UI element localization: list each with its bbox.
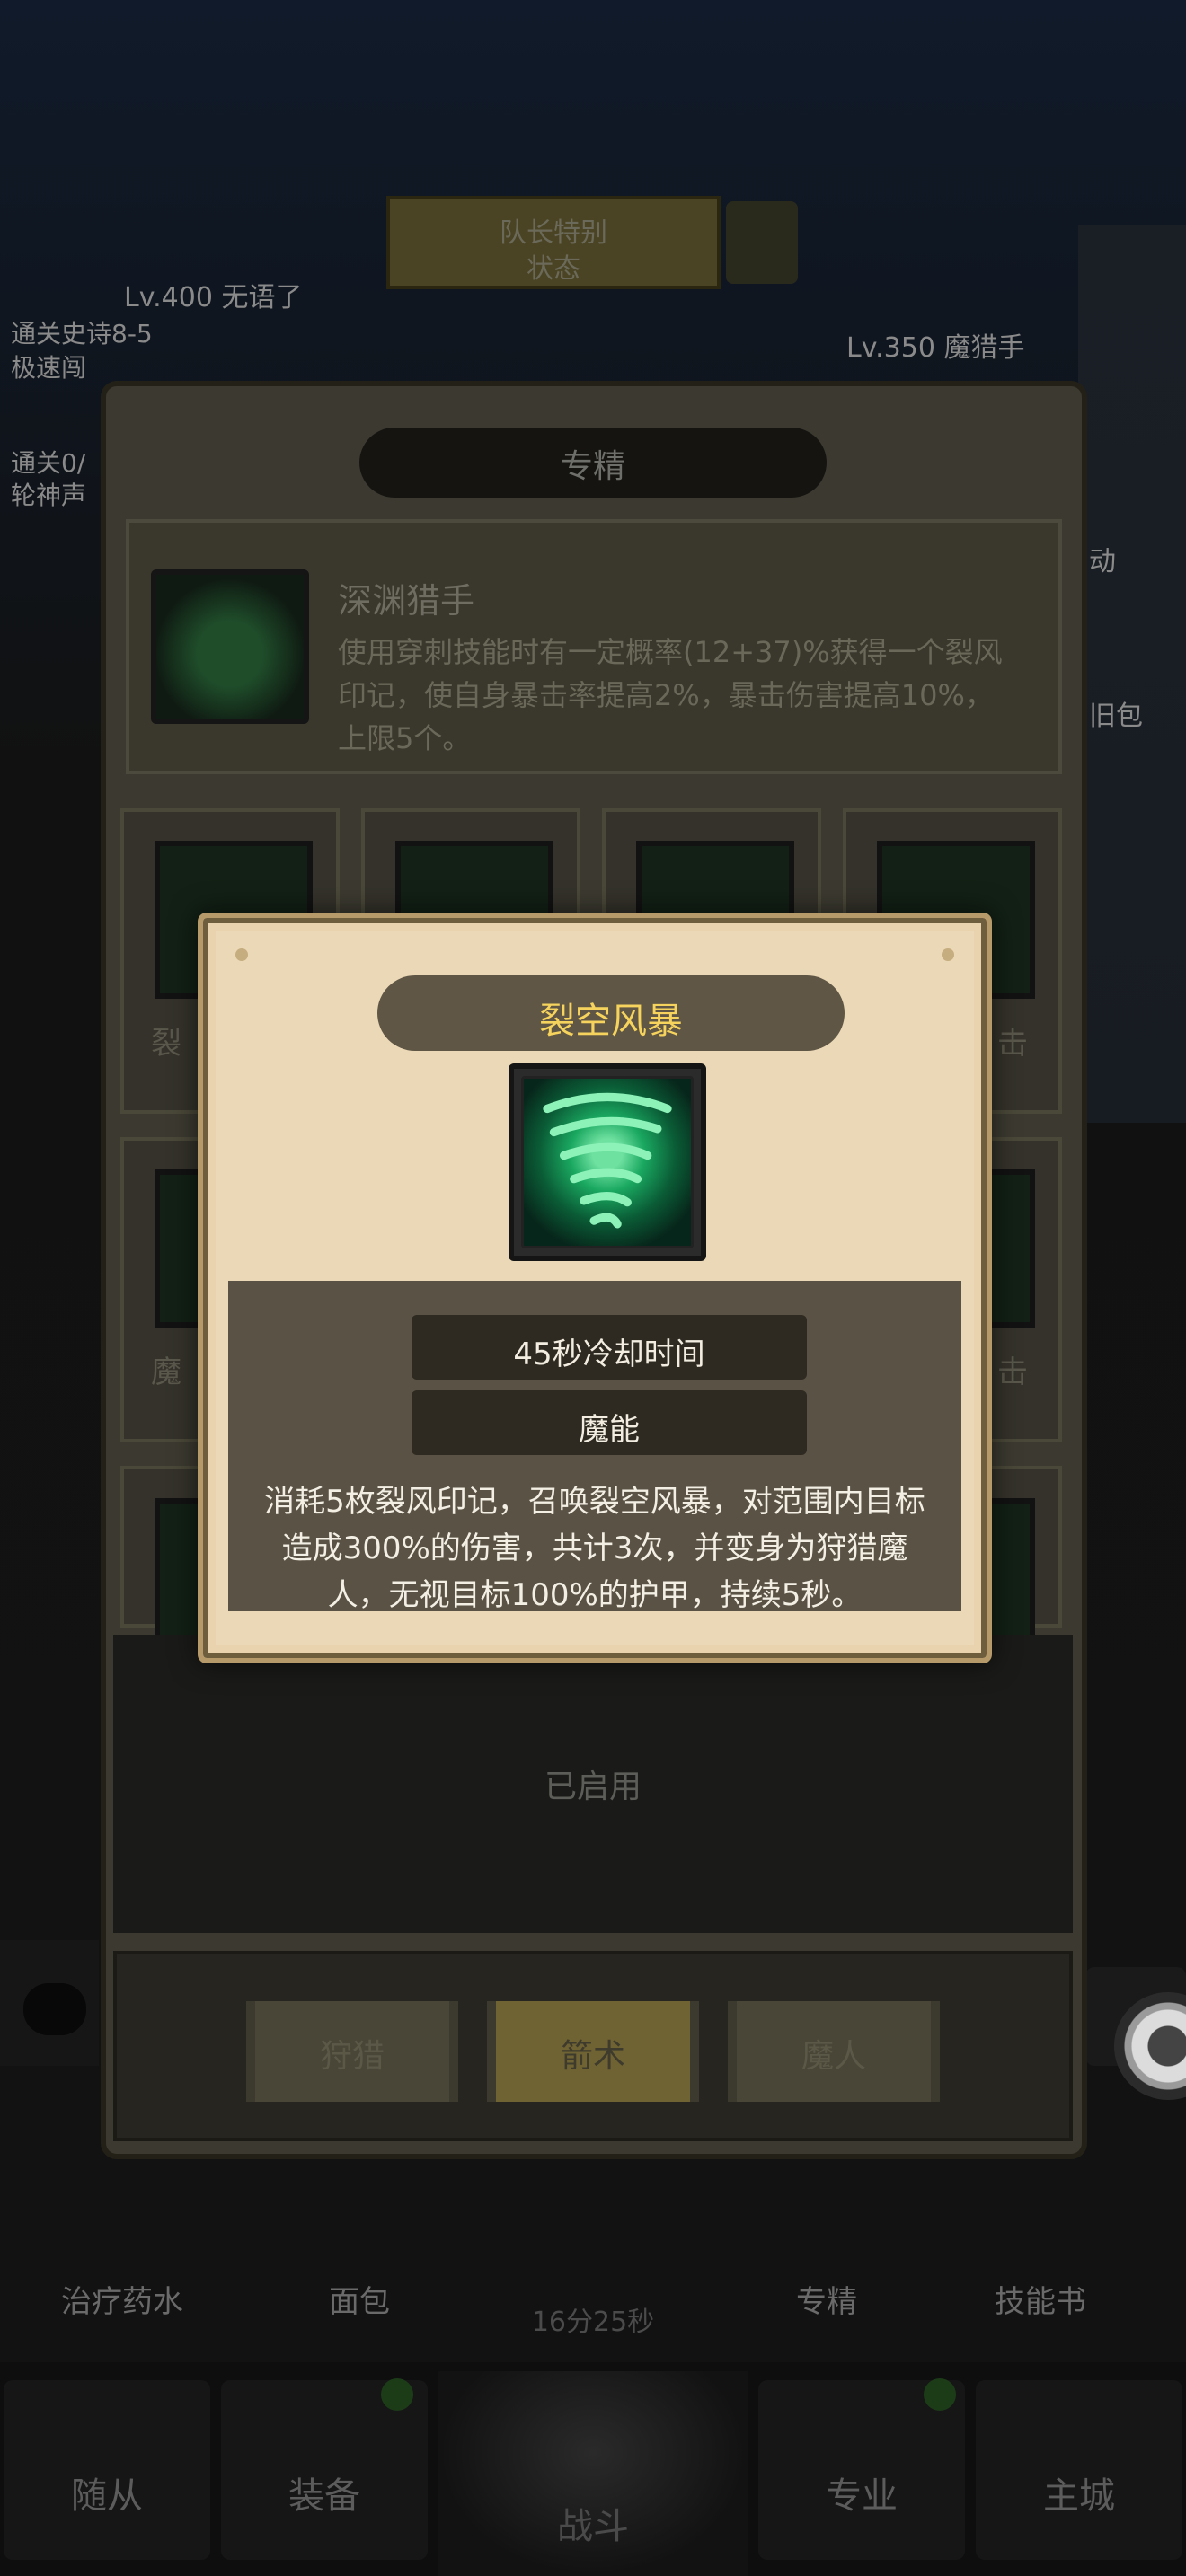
skill-detail-popup: 裂空风暴 45秒冷却时间 魔能 消耗5枚裂风印记，召唤裂空风暴，对范围内目标造成… (198, 913, 992, 1663)
left-player-label: Lv.400 无语了 (124, 282, 303, 313)
enabled-area: 已启用 (113, 1635, 1073, 1933)
bottom-item-skillbook: 技能书 (995, 2284, 1086, 2320)
left-info-1: 通关史诗8-5 (11, 319, 153, 348)
popup-parchment: 裂空风暴 45秒冷却时间 魔能 消耗5枚裂风印记，召唤裂空风暴，对范围内目标造成… (216, 931, 974, 1645)
notification-dot (924, 2378, 956, 2411)
top-banner-line2: 状态 (527, 253, 580, 285)
right-info-2: 旧包 (1089, 701, 1143, 732)
skill-slot-label: 击 (997, 1354, 1028, 1390)
cooldown-text: 45秒冷却时间 (513, 1337, 705, 1372)
popup-title: 裂空风暴 (539, 1001, 683, 1042)
right-player-label: Lv.350 魔猎手 (846, 332, 1025, 364)
skill-detail-panel: 45秒冷却时间 魔能 消耗5枚裂风印记，召唤裂空风暴，对范围内目标造成300%的… (228, 1281, 961, 1613)
abyss-hunter-portrait (151, 569, 309, 724)
nav-followers: 随从 (4, 2380, 210, 2560)
tab-archery[interactable]: 箭术 (487, 2001, 699, 2102)
right-side-panel (1078, 225, 1186, 1123)
swap-icon (726, 201, 798, 284)
spec-card: 深渊猎手 使用穿刺技能时有一定概率(12+37)%获得一个裂风印记，使自身暴击率… (126, 519, 1062, 774)
nav-main-city: 主城 (976, 2380, 1182, 2560)
tab-demon[interactable]: 魔人 (728, 2001, 940, 2102)
left-info-3: 通关0/ (11, 448, 86, 478)
tornado-glyph (543, 1092, 672, 1229)
game-screen: 队长特别 状态 Lv.400 无语了 Lv.350 魔猎手 通关史诗8-5 极速… (0, 0, 1186, 2576)
chat-bar (0, 1940, 99, 2066)
notification-dot (381, 2378, 413, 2411)
spec-tabs: 狩猎 箭术 魔人 (113, 1951, 1073, 2141)
spec-description: 使用穿刺技能时有一定概率(12+37)%获得一个裂风印记，使自身暴击率提高2%，… (338, 635, 1003, 755)
right-info-1: 动 (1089, 546, 1116, 578)
spec-title-bar: 专精 (359, 428, 827, 498)
cost-type-bar: 魔能 (412, 1390, 807, 1455)
tab-hunting[interactable]: 狩猎 (246, 2001, 458, 2102)
top-banner: 队长特别 状态 (386, 196, 721, 289)
popup-title-bar: 裂空风暴 (377, 975, 845, 1051)
bottom-item-potion: 治疗药水 (61, 2284, 183, 2320)
spec-title: 专精 (560, 448, 625, 485)
enabled-status: 已启用 (544, 1769, 642, 1805)
bottom-item-bread: 面包 (329, 2284, 390, 2320)
bottom-item-spec: 专精 (796, 2284, 857, 2320)
cost-type-text: 魔能 (579, 1412, 640, 1448)
skill-slot-label: 魔 (151, 1354, 181, 1390)
battle-timer: 16分25秒 (531, 2307, 655, 2338)
skill-slot-label: 裂 (151, 1026, 181, 1062)
tornado-icon (509, 1063, 706, 1261)
nav-battle: 战斗 (438, 2371, 748, 2576)
left-info-2: 极速闯 (11, 353, 87, 383)
top-banner-line1: 队长特别 (500, 217, 607, 249)
spec-name: 深渊猎手 (338, 581, 475, 621)
skill-description: 消耗5枚裂风印记，召唤裂空风暴，对范围内目标造成300%的伤害，共计3次，并变身… (264, 1484, 925, 1613)
skill-slot-label: 击 (997, 1026, 1028, 1062)
left-info-4: 轮神声 (11, 481, 87, 510)
cooldown-bar: 45秒冷却时间 (412, 1315, 807, 1380)
